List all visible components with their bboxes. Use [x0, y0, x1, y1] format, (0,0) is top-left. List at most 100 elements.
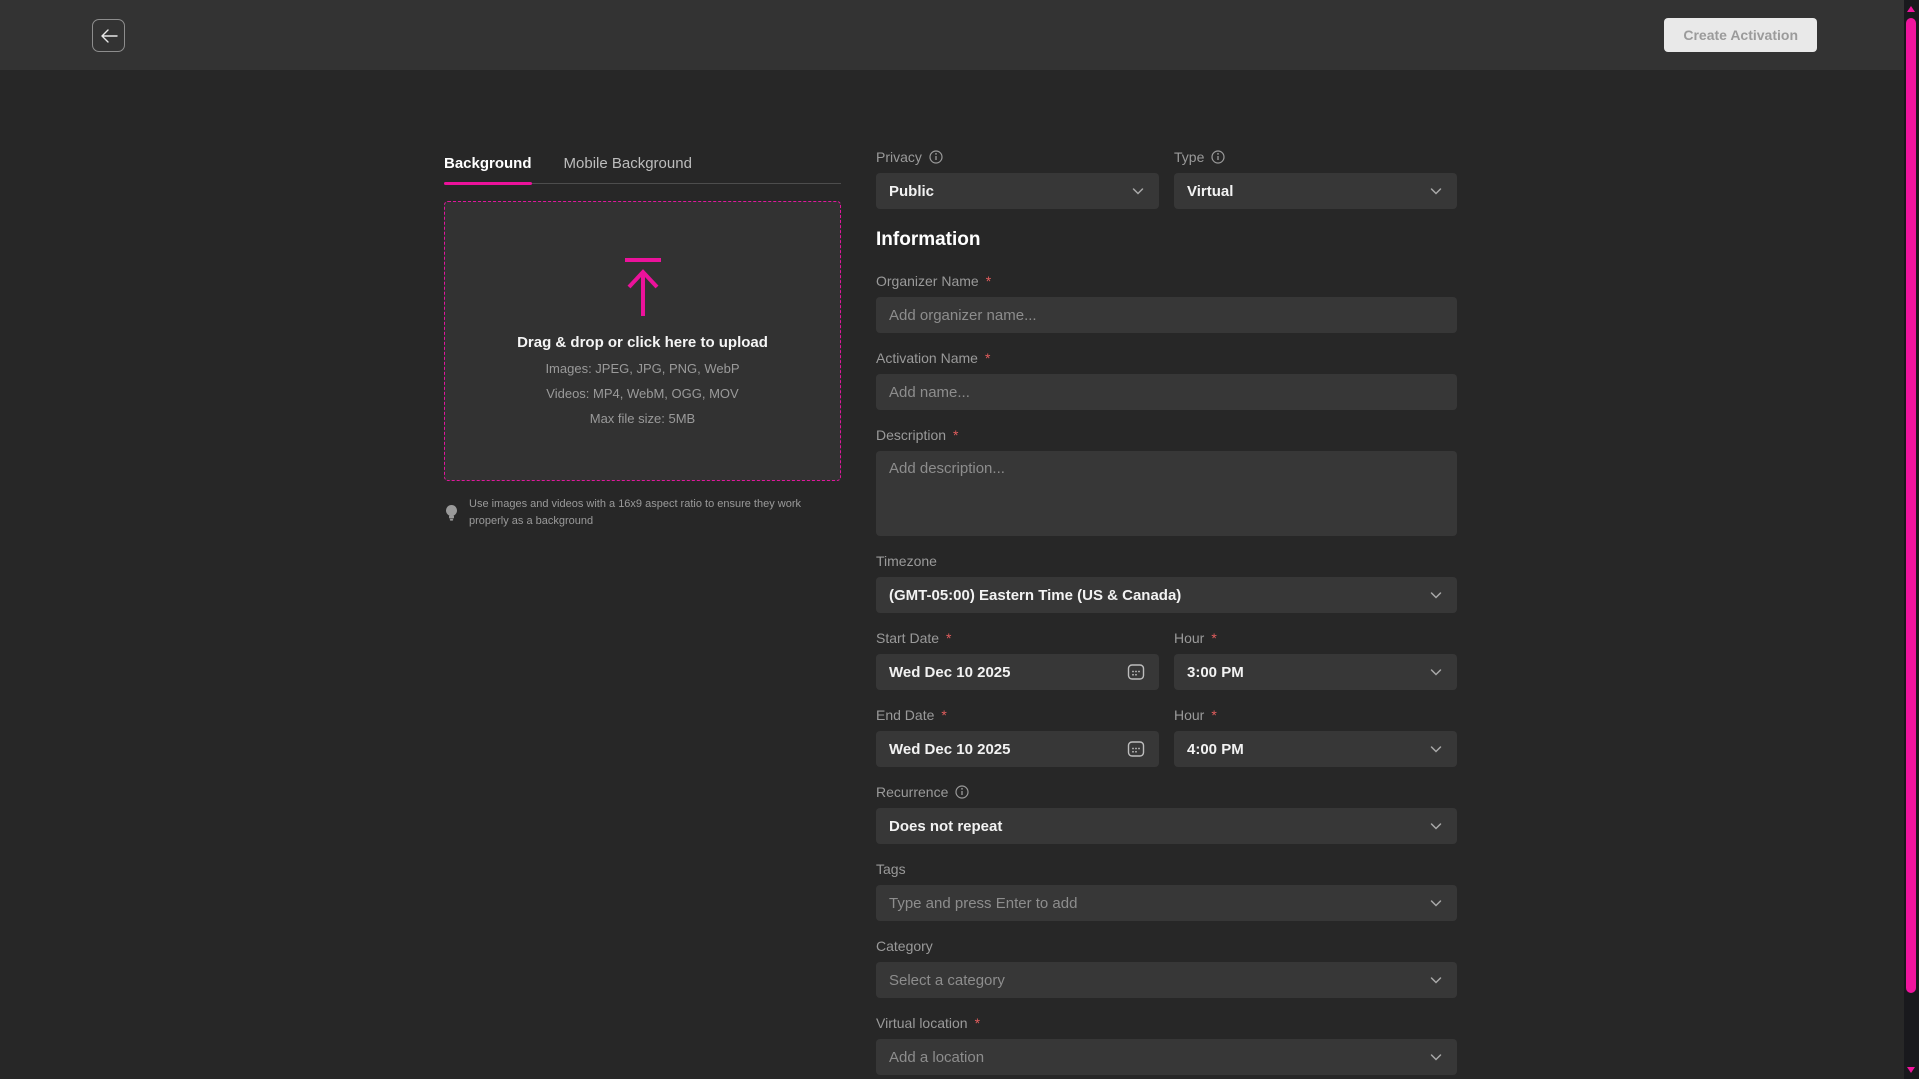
- organizer-name-label: Organizer Name *: [876, 271, 1457, 291]
- chevron-down-icon: [1130, 183, 1146, 199]
- aspect-ratio-tip: Use images and videos with a 16x9 aspect…: [444, 496, 814, 530]
- organizer-name-input[interactable]: [876, 297, 1457, 333]
- tab-mobile-background[interactable]: Mobile Background: [564, 155, 692, 183]
- upload-dropzone[interactable]: Drag & drop or click here to upload Imag…: [444, 201, 841, 481]
- scroll-up-arrow-icon[interactable]: [1907, 6, 1915, 12]
- privacy-select[interactable]: Public: [876, 173, 1159, 209]
- privacy-value: Public: [889, 183, 1130, 200]
- required-asterisk: *: [1211, 630, 1216, 646]
- info-icon[interactable]: [955, 785, 969, 799]
- end-date-label: End Date *: [876, 705, 1159, 725]
- recurrence-label: Recurrence: [876, 782, 1457, 802]
- required-asterisk: *: [1211, 707, 1216, 723]
- activation-name-input[interactable]: [876, 374, 1457, 410]
- description-textarea[interactable]: [876, 451, 1457, 536]
- description-label-text: Description: [876, 427, 946, 443]
- chevron-down-icon: [1428, 664, 1444, 680]
- background-tabs: Background Mobile Background: [444, 155, 841, 184]
- recurrence-field: Recurrence Does not repeat: [876, 782, 1457, 844]
- tags-placeholder: Type and press Enter to add: [889, 895, 1428, 912]
- chevron-down-icon: [1428, 818, 1444, 834]
- information-heading: Information: [876, 229, 1457, 251]
- end-date-picker[interactable]: Wed Dec 10 2025: [876, 731, 1159, 767]
- required-asterisk: *: [941, 707, 946, 723]
- create-activation-button[interactable]: Create Activation: [1664, 18, 1817, 52]
- organizer-name-field: Organizer Name *: [876, 271, 1457, 333]
- timezone-field: Timezone (GMT-05:00) Eastern Time (US & …: [876, 551, 1457, 613]
- upload-max-size: Max file size: 5MB: [590, 411, 695, 426]
- virtual-location-input[interactable]: Add a location: [876, 1039, 1457, 1075]
- upload-images-formats: Images: JPEG, JPG, PNG, WebP: [545, 361, 739, 376]
- type-label-text: Type: [1174, 149, 1204, 165]
- tags-input[interactable]: Type and press Enter to add: [876, 885, 1457, 921]
- required-asterisk: *: [946, 630, 951, 646]
- required-asterisk: *: [975, 1015, 980, 1031]
- start-date-label: Start Date *: [876, 628, 1159, 648]
- scrollbar-thumb[interactable]: [1906, 18, 1916, 993]
- start-hour-label: Hour *: [1174, 628, 1457, 648]
- organizer-name-label-text: Organizer Name: [876, 273, 979, 289]
- start-hour-label-text: Hour: [1174, 630, 1204, 646]
- type-label: Type: [1174, 147, 1457, 167]
- tags-label: Tags: [876, 859, 1457, 879]
- chevron-down-icon: [1428, 587, 1444, 603]
- arrow-left-icon: [100, 29, 118, 43]
- tags-label-text: Tags: [876, 861, 906, 877]
- upload-arrow-icon: [619, 256, 667, 320]
- category-label: Category: [876, 936, 1457, 956]
- activation-name-field: Activation Name *: [876, 348, 1457, 410]
- back-button[interactable]: [92, 19, 125, 52]
- end-date-label-text: End Date: [876, 707, 934, 723]
- virtual-location-field: Virtual location * Add a location: [876, 1013, 1457, 1075]
- tab-background[interactable]: Background: [444, 155, 532, 183]
- start-date-value: Wed Dec 10 2025: [889, 664, 1126, 681]
- calendar-icon: [1126, 739, 1146, 759]
- timezone-select[interactable]: (GMT-05:00) Eastern Time (US & Canada): [876, 577, 1457, 613]
- start-hour-select[interactable]: 3:00 PM: [1174, 654, 1457, 690]
- chevron-down-icon: [1428, 183, 1444, 199]
- info-icon[interactable]: [929, 150, 943, 164]
- start-hour-field: Hour * 3:00 PM: [1174, 628, 1457, 690]
- activation-name-label: Activation Name *: [876, 348, 1457, 368]
- start-hour-value: 3:00 PM: [1187, 664, 1428, 681]
- category-placeholder: Select a category: [889, 972, 1428, 989]
- end-hour-select[interactable]: 4:00 PM: [1174, 731, 1457, 767]
- timezone-label-text: Timezone: [876, 553, 937, 569]
- virtual-location-label-text: Virtual location: [876, 1015, 968, 1031]
- calendar-icon: [1126, 662, 1146, 682]
- aspect-ratio-tip-text: Use images and videos with a 16x9 aspect…: [469, 496, 814, 530]
- top-bar: Create Activation: [0, 0, 1919, 70]
- upload-title: Drag & drop or click here to upload: [517, 334, 768, 351]
- required-asterisk: *: [985, 350, 990, 366]
- start-date-picker[interactable]: Wed Dec 10 2025: [876, 654, 1159, 690]
- type-value: Virtual: [1187, 183, 1428, 200]
- category-select[interactable]: Select a category: [876, 962, 1457, 998]
- chevron-down-icon: [1428, 741, 1444, 757]
- virtual-location-label: Virtual location *: [876, 1013, 1457, 1033]
- tab-background-label: Background: [444, 155, 532, 172]
- scroll-down-arrow-icon[interactable]: [1907, 1067, 1915, 1073]
- required-asterisk: *: [953, 427, 958, 443]
- upload-videos-formats: Videos: MP4, WebM, OGG, MOV: [546, 386, 738, 401]
- start-date-label-text: Start Date: [876, 630, 939, 646]
- background-media-section: Background Mobile Background Drag & drop…: [444, 155, 841, 530]
- recurrence-value: Does not repeat: [889, 818, 1428, 835]
- end-date-hour-row: End Date * Wed Dec 10 2025: [876, 705, 1457, 767]
- privacy-type-row: Privacy Public: [876, 147, 1457, 209]
- tags-field: Tags Type and press Enter to add: [876, 859, 1457, 921]
- activation-form: Privacy Public: [876, 147, 1457, 1079]
- chevron-down-icon: [1428, 972, 1444, 988]
- info-icon[interactable]: [1211, 150, 1225, 164]
- type-select[interactable]: Virtual: [1174, 173, 1457, 209]
- category-field: Category Select a category: [876, 936, 1457, 998]
- recurrence-label-text: Recurrence: [876, 784, 948, 800]
- end-date-value: Wed Dec 10 2025: [889, 741, 1126, 758]
- category-label-text: Category: [876, 938, 933, 954]
- create-activation-page: Create Activation Background Mobile Back…: [0, 0, 1919, 1079]
- end-hour-label-text: Hour: [1174, 707, 1204, 723]
- activation-name-label-text: Activation Name: [876, 350, 978, 366]
- start-date-hour-row: Start Date * Wed Dec 10 2025: [876, 628, 1457, 690]
- recurrence-select[interactable]: Does not repeat: [876, 808, 1457, 844]
- end-hour-label: Hour *: [1174, 705, 1457, 725]
- page-scrollbar[interactable]: [1904, 0, 1919, 1079]
